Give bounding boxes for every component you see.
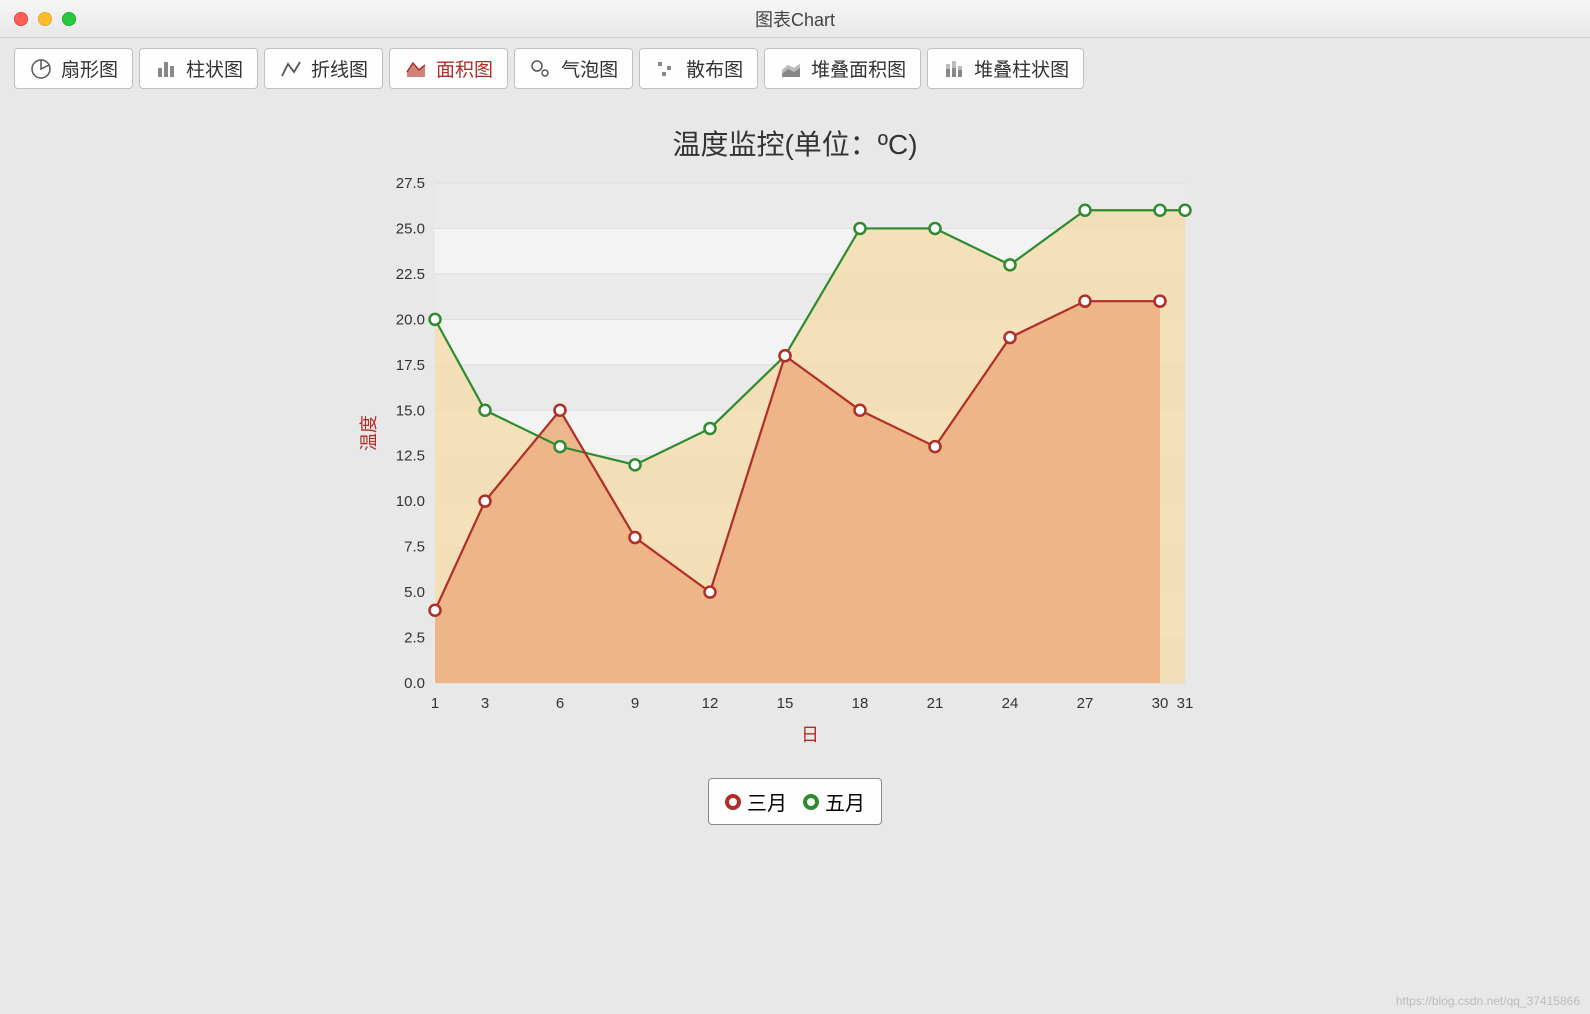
tab-stackedbar[interactable]: 堆叠柱状图: [927, 48, 1084, 89]
tabbar: 扇形图 柱状图 折线图 面积图 气泡图 散布图 堆叠面积图: [0, 38, 1590, 93]
svg-text:17.5: 17.5: [396, 357, 425, 374]
tab-bar[interactable]: 柱状图: [139, 48, 258, 89]
legend-item-may[interactable]: 五月: [803, 787, 865, 816]
bar-chart-icon: [154, 58, 178, 80]
svg-text:3: 3: [481, 695, 489, 712]
svg-text:27.5: 27.5: [396, 175, 425, 192]
pie-chart-icon: [29, 58, 53, 80]
svg-text:25.0: 25.0: [396, 220, 425, 237]
svg-text:6: 6: [556, 695, 564, 712]
svg-text:9: 9: [631, 695, 639, 712]
svg-text:温度: 温度: [359, 415, 379, 451]
svg-text:7.5: 7.5: [404, 539, 425, 556]
traffic-lights: [0, 12, 76, 26]
chart-area: 0.0 2.5 5.0 7.5 10.0 12.5 15.0 17.5 20.0 22.5 25.0…: [10, 173, 1580, 753]
svg-text:日: 日: [801, 725, 819, 745]
svg-text:1: 1: [431, 695, 439, 712]
tab-label: 堆叠面积图: [811, 55, 906, 82]
tab-label: 气泡图: [561, 55, 618, 82]
minimize-icon[interactable]: [38, 12, 52, 26]
tab-label: 散布图: [686, 55, 743, 82]
stacked-bar-chart-icon: [942, 58, 966, 80]
area-chart-svg: 0.0 2.5 5.0 7.5 10.0 12.5 15.0 17.5 20.0 22.5 25.0…: [345, 173, 1245, 753]
svg-text:22.5: 22.5: [396, 266, 425, 283]
svg-text:12.5: 12.5: [396, 448, 425, 465]
svg-text:21: 21: [927, 695, 944, 712]
line-chart-icon: [279, 58, 303, 80]
bubble-chart-icon: [529, 58, 553, 80]
svg-text:0.0: 0.0: [404, 675, 425, 692]
tab-label: 扇形图: [61, 55, 118, 82]
tab-stackedarea[interactable]: 堆叠面积图: [764, 48, 921, 89]
watermark: https://blog.csdn.net/qq_37415866: [1396, 994, 1580, 1008]
maximize-icon[interactable]: [62, 12, 76, 26]
legend-label: 五月: [825, 787, 865, 816]
chart-panel: 温度监控(单位：ºC) 0.0 2.5 5.0 7.5 10.0 12.5 15.0 17.5…: [0, 93, 1590, 835]
svg-text:2.5: 2.5: [404, 630, 425, 647]
tab-pie[interactable]: 扇形图: [14, 48, 133, 89]
svg-text:12: 12: [702, 695, 719, 712]
scatter-chart-icon: [654, 58, 678, 80]
legend-marker-icon: [803, 794, 819, 810]
window-title: 图表Chart: [755, 6, 835, 32]
close-icon[interactable]: [14, 12, 28, 26]
svg-text:30: 30: [1152, 695, 1169, 712]
legend-marker-icon: [725, 794, 741, 810]
svg-text:31: 31: [1177, 695, 1194, 712]
tab-label: 柱状图: [186, 55, 243, 82]
tab-area[interactable]: 面积图: [389, 48, 508, 89]
chart-title: 温度监控(单位：ºC): [672, 123, 917, 163]
tab-bubble[interactable]: 气泡图: [514, 48, 633, 89]
svg-text:5.0: 5.0: [404, 584, 425, 601]
tab-label: 折线图: [311, 55, 368, 82]
svg-text:15: 15: [777, 695, 794, 712]
tab-line[interactable]: 折线图: [264, 48, 383, 89]
svg-text:27: 27: [1077, 695, 1094, 712]
tab-label: 堆叠柱状图: [974, 55, 1069, 82]
svg-text:10.0: 10.0: [396, 493, 425, 510]
titlebar: 图表Chart: [0, 0, 1590, 38]
tab-scatter[interactable]: 散布图: [639, 48, 758, 89]
legend-item-march[interactable]: 三月: [725, 787, 787, 816]
tab-label: 面积图: [436, 55, 493, 82]
svg-text:18: 18: [852, 695, 869, 712]
area-chart-icon: [404, 58, 428, 80]
legend-label: 三月: [747, 787, 787, 816]
svg-text:20.0: 20.0: [396, 311, 425, 328]
svg-text:15.0: 15.0: [396, 402, 425, 419]
legend: 三月 五月: [708, 778, 882, 825]
svg-text:24: 24: [1002, 695, 1019, 712]
stacked-area-chart-icon: [779, 58, 803, 80]
